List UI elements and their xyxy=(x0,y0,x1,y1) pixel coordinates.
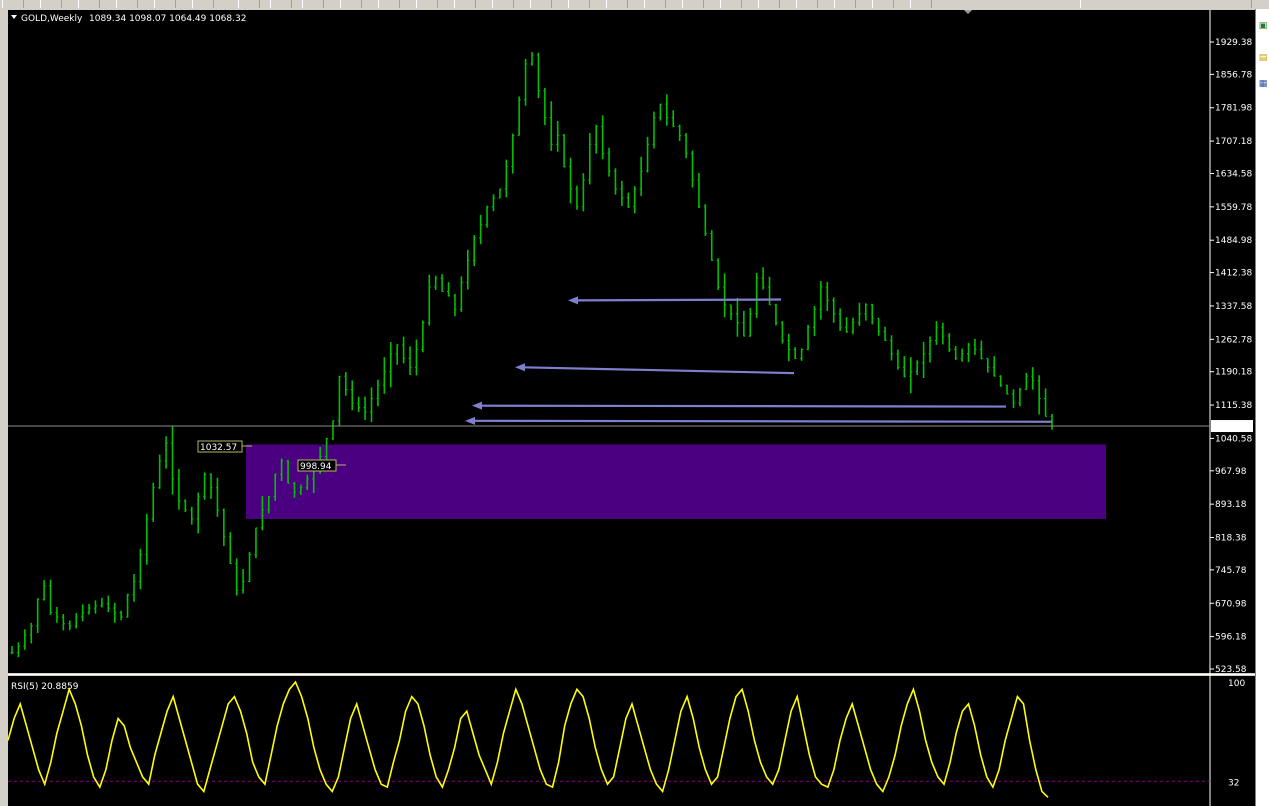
toolbar-button[interactable] xyxy=(416,0,438,8)
toolbar-button[interactable] xyxy=(872,0,894,8)
price-tick-label: 596.18 xyxy=(1215,633,1247,643)
price-tick-label: 1484.98 xyxy=(1215,236,1252,246)
price-tick-label: 1929.38 xyxy=(1215,38,1252,48)
toolbar-button[interactable] xyxy=(644,0,666,8)
toolbar-button[interactable] xyxy=(378,0,400,8)
chart-canvas[interactable]: GOLD,Weekly 1089.34 1098.07 1064.49 1068.… xyxy=(0,9,1255,806)
price-tick-label: 670.98 xyxy=(1215,599,1247,609)
toolbar-button[interactable] xyxy=(302,0,324,8)
toolbar-button[interactable] xyxy=(340,0,362,8)
toolbar-button[interactable] xyxy=(492,0,514,8)
price-tick-label: 745.78 xyxy=(1215,566,1247,576)
toolbar-combo[interactable] xyxy=(1080,0,1252,8)
chart-window: GOLD,Weekly 1089.34 1098.07 1064.49 1068.… xyxy=(0,9,1255,806)
symbol-header: GOLD,Weekly xyxy=(21,14,83,24)
price-plot-area[interactable] xyxy=(8,10,1210,673)
demand-zone[interactable] xyxy=(246,444,1106,519)
toolbar-button[interactable] xyxy=(192,0,214,8)
rsi-plot-area[interactable] xyxy=(8,676,1255,806)
price-tick-label: 1337.58 xyxy=(1215,302,1252,312)
trend-arrow[interactable] xyxy=(472,419,1053,423)
toolbar-button[interactable] xyxy=(758,0,780,8)
price-tag-label: 998.94 xyxy=(300,462,332,472)
price-tick-label: 818.38 xyxy=(1215,534,1247,544)
price-tick-label: 523.58 xyxy=(1215,665,1247,675)
current-price-label: 1068.32 xyxy=(1214,422,1251,432)
lock-icon[interactable]: ▤ xyxy=(1258,53,1268,63)
toolbar-button[interactable] xyxy=(116,0,138,8)
price-tick-label: 1634.58 xyxy=(1215,169,1252,179)
toolbar-button[interactable] xyxy=(682,0,704,8)
price-tick-label: 1115.38 xyxy=(1215,401,1252,411)
toolbar-button[interactable] xyxy=(834,0,856,8)
toolbar-button[interactable] xyxy=(238,0,260,8)
toolbar-button[interactable] xyxy=(796,0,818,8)
price-tag-label: 1032.57 xyxy=(200,443,237,453)
toolbar-button[interactable] xyxy=(910,0,932,8)
toolbar-button[interactable] xyxy=(78,0,100,8)
price-tick-label: 893.18 xyxy=(1215,500,1247,510)
toolbar-button[interactable] xyxy=(270,0,292,8)
right-toolbar: ▣ ▤ ▦ xyxy=(1255,9,1269,806)
price-tick-label: 1190.18 xyxy=(1215,368,1252,378)
toolbar-button[interactable] xyxy=(720,0,742,8)
price-tick-label: 1262.78 xyxy=(1215,335,1252,345)
price-tick-label: 1040.58 xyxy=(1215,434,1252,444)
rsi-tick-label: 100 xyxy=(1228,679,1245,689)
price-tick-label: 1412.38 xyxy=(1215,269,1252,279)
trend-arrow[interactable] xyxy=(479,404,1007,408)
toolbar-button[interactable] xyxy=(530,0,552,8)
price-tick-label: 1559.78 xyxy=(1215,203,1252,213)
rsi-tick-label: 32 xyxy=(1228,778,1239,788)
new-order-icon[interactable]: ▣ xyxy=(1258,21,1268,31)
toolbar-button[interactable] xyxy=(154,0,176,8)
price-tick-label: 1707.18 xyxy=(1215,137,1252,147)
toolbar-button[interactable] xyxy=(568,0,590,8)
price-tick-label: 1856.78 xyxy=(1215,70,1252,80)
list-icon[interactable]: ▦ xyxy=(1258,79,1268,89)
price-tick-label: 967.98 xyxy=(1215,467,1247,477)
toolbar-button[interactable] xyxy=(454,0,476,8)
toolbar-button[interactable] xyxy=(2,0,24,8)
toolbar-button[interactable] xyxy=(606,0,628,8)
trend-arrow[interactable] xyxy=(575,298,782,302)
price-tick-label: 1781.98 xyxy=(1215,104,1252,114)
ohlc-header: 1089.34 1098.07 1064.49 1068.32 xyxy=(89,14,246,24)
toolbar-button[interactable] xyxy=(40,0,62,8)
